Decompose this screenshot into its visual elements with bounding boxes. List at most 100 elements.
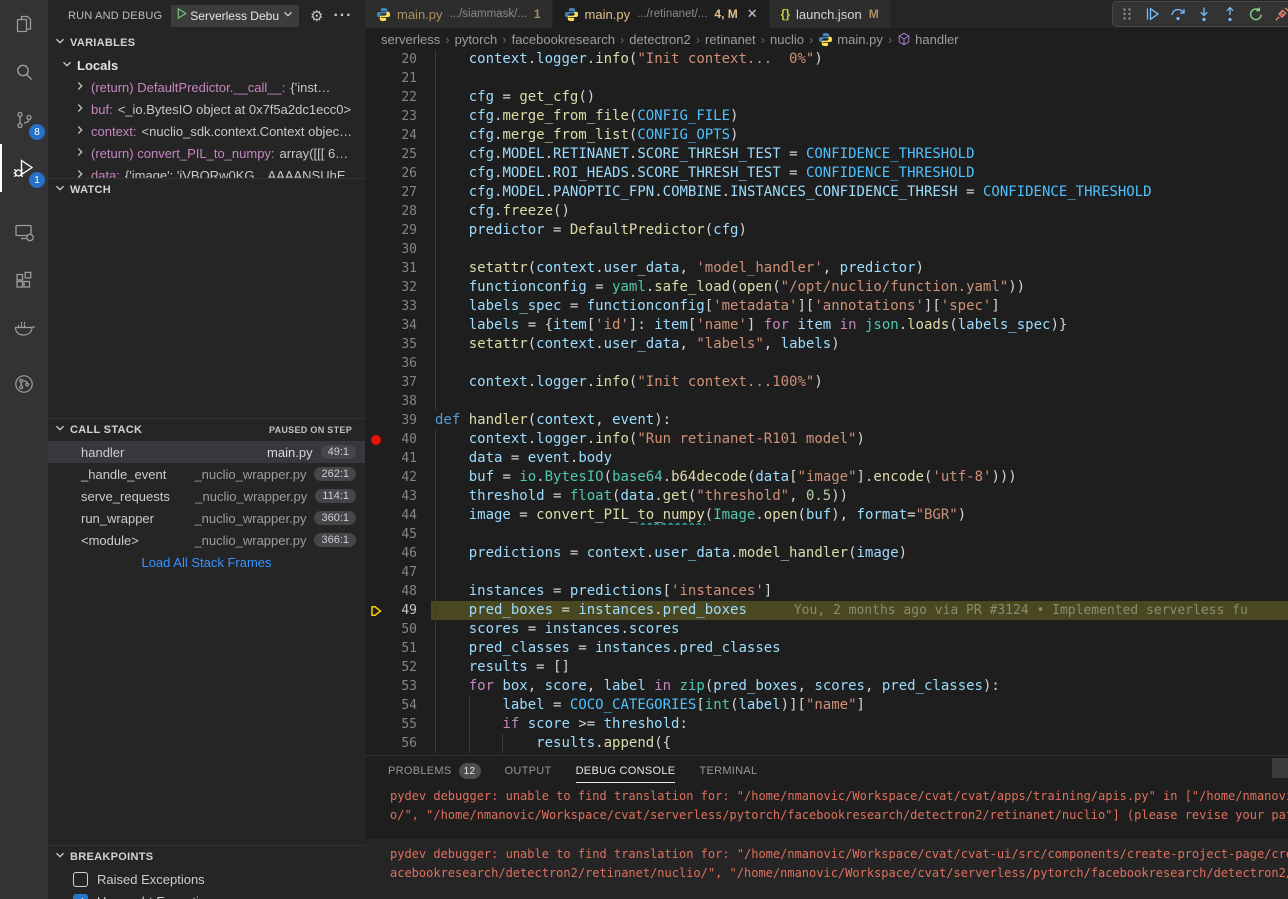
variables-section-header[interactable]: VARIABLES xyxy=(48,32,365,54)
continue-button[interactable] xyxy=(1144,6,1160,22)
breakpoint-row[interactable]: ✓Uncaught Exceptions xyxy=(48,890,365,899)
activity-run-and-debug[interactable]: 1 xyxy=(0,144,48,192)
stack-frame-row[interactable]: <module>_nuclio_wrapper.py366:1 xyxy=(48,529,365,551)
code-line[interactable]: 44 image = convert_PIL_to_numpy(Image.op… xyxy=(365,506,1288,525)
breadcrumb-nuclio[interactable]: nuclio xyxy=(770,32,804,47)
line-number: 38 xyxy=(387,392,431,411)
code-line[interactable]: 55 if score >= threshold: xyxy=(365,715,1288,734)
activity-docker[interactable] xyxy=(0,304,48,352)
checked-checkbox[interactable]: ✓ xyxy=(73,894,88,899)
code-line[interactable]: 49 pred_boxes = instances.pred_boxesYou,… xyxy=(365,601,1288,620)
variable-row[interactable]: context:<nuclio_sdk.context.Context obje… xyxy=(48,120,365,142)
launch-config-dropdown[interactable]: Serverless Debu xyxy=(171,5,299,27)
variable-row[interactable]: (return) DefaultPredictor.__call__:{'ins… xyxy=(48,76,365,98)
code-line[interactable]: 36 xyxy=(365,354,1288,373)
code-line[interactable]: 56 results.append({ xyxy=(365,734,1288,753)
code-line[interactable]: 39def handler(context, event): xyxy=(365,411,1288,430)
code-line[interactable]: 43 threshold = float(data.get("threshold… xyxy=(365,487,1288,506)
code-line[interactable]: 22 cfg = get_cfg() xyxy=(365,88,1288,107)
breadcrumb-detectron2[interactable]: detectron2 xyxy=(629,32,690,47)
call-stack-section-header[interactable]: CALL STACK PAUSED ON STEP xyxy=(48,419,365,441)
activity-github-pull-requests[interactable] xyxy=(0,360,48,408)
variable-row[interactable]: data:{'image': 'iVBORw0KG…AAAANSUhE… xyxy=(48,164,365,178)
code-line[interactable]: 21 xyxy=(365,69,1288,88)
gutter: 25 xyxy=(365,145,431,164)
code-line[interactable]: 26 cfg.MODEL.ROI_HEADS.SCORE_THRESH_TEST… xyxy=(365,164,1288,183)
stack-frame-row[interactable]: _handle_event_nuclio_wrapper.py262:1 xyxy=(48,463,365,485)
code-line[interactable]: 46 predictions = context.user_data.model… xyxy=(365,544,1288,563)
activity-remote-explorer[interactable] xyxy=(0,208,48,256)
activity-source-control[interactable]: 8 xyxy=(0,96,48,144)
code-line[interactable]: 31 setattr(context.user_data, 'model_han… xyxy=(365,259,1288,278)
panel-tab-problems[interactable]: PROBLEMS12 xyxy=(388,756,481,786)
step-over-button[interactable] xyxy=(1170,6,1186,22)
code-line[interactable]: 47 xyxy=(365,563,1288,582)
code-line[interactable]: 38 xyxy=(365,392,1288,411)
code-line[interactable]: 37 context.logger.info("Init context...1… xyxy=(365,373,1288,392)
editor-tab-main.py[interactable]: main.py.../retinanet/...4, M✕ xyxy=(553,0,769,28)
code-line[interactable]: 28 cfg.freeze() xyxy=(365,202,1288,221)
close-icon[interactable]: ✕ xyxy=(747,6,758,22)
code-line[interactable]: 40 context.logger.info("Run retinanet-R1… xyxy=(365,430,1288,449)
code-line[interactable]: 24 cfg.merge_from_list(CONFIG_OPTS) xyxy=(365,126,1288,145)
code-line[interactable]: 41 data = event.body xyxy=(365,449,1288,468)
watch-section-header[interactable]: WATCH xyxy=(48,179,365,201)
code-line[interactable]: 25 cfg.MODEL.RETINANET.SCORE_THRESH_TEST… xyxy=(365,145,1288,164)
activity-extensions[interactable] xyxy=(0,256,48,304)
panel-tab-debug-console[interactable]: DEBUG CONSOLE xyxy=(576,756,676,786)
console-filter-box[interactable] xyxy=(1272,758,1288,778)
step-out-button[interactable] xyxy=(1222,6,1238,22)
stack-frame-row[interactable]: serve_requests_nuclio_wrapper.py114:1 xyxy=(48,485,365,507)
code-line[interactable]: 23 cfg.merge_from_file(CONFIG_FILE) xyxy=(365,107,1288,126)
step-into-button[interactable] xyxy=(1196,6,1212,22)
code-line[interactable]: 33 labels_spec = functionconfig['metadat… xyxy=(365,297,1288,316)
breadcrumb-retinanet[interactable]: retinanet xyxy=(705,32,756,47)
code-line[interactable]: 30 xyxy=(365,240,1288,259)
breakpoint-row[interactable]: Raised Exceptions xyxy=(48,868,365,890)
code-line[interactable]: 53 for box, score, label in zip(pred_box… xyxy=(365,677,1288,696)
breadcrumb-serverless[interactable]: serverless xyxy=(381,32,440,47)
debug-console-output[interactable]: pydev debugger: unable to find translati… xyxy=(365,786,1288,899)
code-line[interactable]: 42 buf = io.BytesIO(base64.b64decode(dat… xyxy=(365,468,1288,487)
restart-button[interactable] xyxy=(1248,6,1264,22)
code-line[interactable]: 45 xyxy=(365,525,1288,544)
gear-icon[interactable]: ⚙ xyxy=(310,9,323,24)
disconnect-button[interactable] xyxy=(1274,6,1288,22)
indent-guide xyxy=(435,639,436,658)
code-line[interactable]: 20 context.logger.info("Init context... … xyxy=(365,50,1288,69)
breadcrumb-symbol[interactable]: handler xyxy=(897,32,958,47)
code-line[interactable]: 51 pred_classes = instances.pred_classes xyxy=(365,639,1288,658)
activity-explorer[interactable] xyxy=(0,0,48,48)
breadcrumb-facebookresearch[interactable]: facebookresearch xyxy=(512,32,615,47)
code-line[interactable]: 34 labels = {item['id']: item['name'] fo… xyxy=(365,316,1288,335)
editor-tab-main.py[interactable]: main.py.../siammask/...1 xyxy=(365,0,552,28)
start-debug-icon[interactable] xyxy=(175,7,188,25)
editor-tab-launch.json[interactable]: {}launch.jsonM xyxy=(770,0,890,28)
code-line[interactable]: 27 cfg.MODEL.PANOPTIC_FPN.COMBINE.INSTAN… xyxy=(365,183,1288,202)
breadcrumb-pytorch[interactable]: pytorch xyxy=(455,32,498,47)
code-text: cfg.MODEL.PANOPTIC_FPN.COMBINE.INSTANCES… xyxy=(431,183,1288,202)
load-all-stack-frames-link[interactable]: Load All Stack Frames xyxy=(48,555,365,570)
code-line[interactable]: 48 instances = predictions['instances'] xyxy=(365,582,1288,601)
panel-tab-output[interactable]: OUTPUT xyxy=(505,756,552,786)
code-line[interactable]: 35 setattr(context.user_data, "labels", … xyxy=(365,335,1288,354)
unchecked-checkbox[interactable] xyxy=(73,872,88,887)
code-line[interactable]: 50 scores = instances.scores xyxy=(365,620,1288,639)
code-line[interactable]: 29 predictor = DefaultPredictor(cfg) xyxy=(365,221,1288,240)
variable-row[interactable]: (return) convert_PIL_to_numpy:array([[[ … xyxy=(48,142,365,164)
activity-search[interactable] xyxy=(0,48,48,96)
code-line[interactable]: 54 label = COCO_CATEGORIES[int(label)]["… xyxy=(365,696,1288,715)
panel-tab-terminal[interactable]: TERMINAL xyxy=(699,756,757,786)
breakpoint-icon[interactable] xyxy=(365,435,387,445)
stack-frame-row[interactable]: run_wrapper_nuclio_wrapper.py360:1 xyxy=(48,507,365,529)
code-line[interactable]: 32 functionconfig = yaml.safe_load(open(… xyxy=(365,278,1288,297)
breakpoints-section-header[interactable]: BREAKPOINTS xyxy=(48,846,365,868)
variables-scope-row[interactable]: Locals xyxy=(48,54,365,76)
stack-frame-row[interactable]: handlermain.py49:1 xyxy=(48,441,365,463)
more-actions-icon[interactable]: ··· xyxy=(333,7,352,25)
code-line[interactable]: 52 results = [] xyxy=(365,658,1288,677)
current-line-arrow-icon[interactable] xyxy=(365,605,387,617)
breadcrumb-file[interactable]: main.py xyxy=(818,32,883,47)
code-editor[interactable]: 20 context.logger.info("Init context... … xyxy=(365,50,1288,755)
variable-row[interactable]: buf:<_io.BytesIO object at 0x7f5a2dc1ecc… xyxy=(48,98,365,120)
